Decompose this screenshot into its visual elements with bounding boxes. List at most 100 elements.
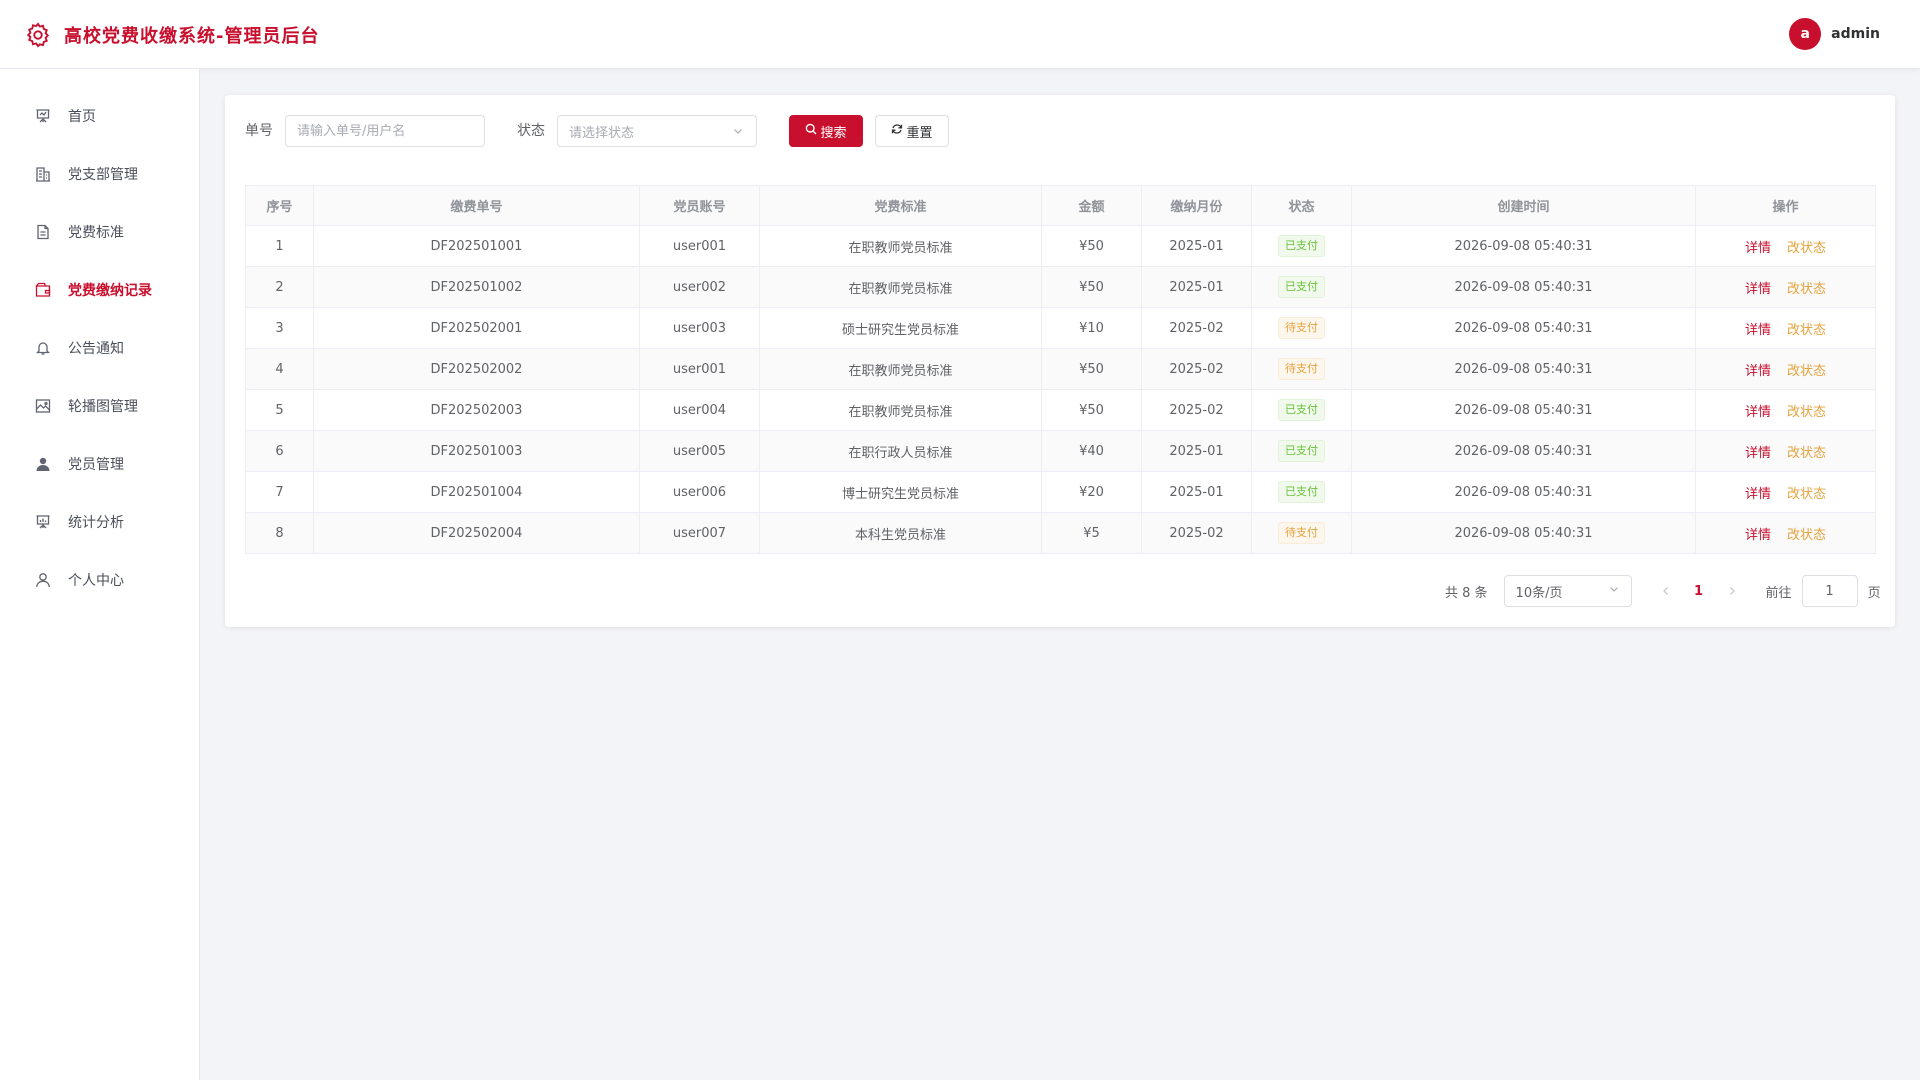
change-status-link[interactable]: 改状态	[1787, 241, 1826, 256]
avatar[interactable]: a	[1789, 18, 1822, 50]
cell-account: user003	[639, 307, 760, 349]
order-search-input[interactable]	[285, 115, 485, 147]
cell-amount: ¥50	[1041, 389, 1142, 431]
cell-created: 2026-09-08 05:40:31	[1351, 307, 1696, 349]
cell-amount: ¥20	[1041, 471, 1142, 513]
detail-link[interactable]: 详情	[1745, 241, 1771, 256]
pagination-total: 共 8 条	[1445, 585, 1488, 601]
cell-amount: ¥5	[1041, 512, 1142, 554]
sidebar-item-label: 党支部管理	[68, 167, 138, 183]
goto-page-input[interactable]	[1801, 575, 1858, 607]
sidebar-item-statistics[interactable]: 统计分析	[0, 493, 199, 551]
cell-status: 已支付	[1251, 266, 1352, 308]
change-status-link[interactable]: 改状态	[1787, 282, 1826, 297]
goto-label: 前往	[1765, 585, 1792, 601]
app-title: 高校党费收缴系统-管理员后台	[64, 26, 320, 47]
change-status-link[interactable]: 改状态	[1787, 364, 1826, 379]
cell-standard: 在职教师党员标准	[759, 225, 1042, 267]
cell-no: 4	[245, 348, 314, 390]
cell-order: DF202501004	[313, 471, 640, 513]
cell-actions: 详情 改状态	[1695, 266, 1876, 308]
user-filled-icon	[34, 455, 52, 473]
table-header-row: 序号 缴费单号 党员账号 党费标准 金额 缴纳月份 状态 创建时间 操作	[245, 185, 1876, 226]
picture-icon	[34, 397, 52, 415]
cell-created: 2026-09-08 05:40:31	[1351, 266, 1696, 308]
cell-created: 2026-09-08 05:40:31	[1351, 471, 1696, 513]
detail-link[interactable]: 详情	[1745, 323, 1771, 338]
sidebar-item-home[interactable]: 首页	[0, 87, 199, 145]
cell-amount: ¥10	[1041, 307, 1142, 349]
order-search-field[interactable]	[297, 123, 473, 139]
col-header-order: 缴费单号	[313, 185, 640, 226]
bell-icon	[34, 339, 52, 357]
detail-link[interactable]: 详情	[1745, 405, 1771, 420]
detail-link[interactable]: 详情	[1745, 282, 1771, 297]
cell-standard: 博士研究生党员标准	[759, 471, 1042, 513]
sidebar-item-label: 个人中心	[68, 573, 124, 589]
table-row: 4 DF202502002 user001 在职教师党员标准 ¥50 2025-02 待支付…	[245, 348, 1876, 390]
status-filter-label: 状态	[517, 123, 545, 139]
cell-no: 2	[245, 266, 314, 308]
status-select[interactable]: 请选择状态	[557, 115, 757, 147]
change-status-link[interactable]: 改状态	[1787, 446, 1826, 461]
cell-account: user005	[639, 430, 760, 472]
cell-month: 2025-02	[1141, 512, 1252, 554]
next-page-button[interactable]	[1718, 577, 1746, 605]
gear-icon	[24, 21, 52, 49]
sidebar-item-members[interactable]: 党员管理	[0, 435, 199, 493]
cell-month: 2025-01	[1141, 225, 1252, 267]
sidebar-item-branches[interactable]: 党支部管理	[0, 145, 199, 203]
sidebar-item-profile[interactable]: 个人中心	[0, 551, 199, 609]
cell-order: DF202502001	[313, 307, 640, 349]
cell-amount: ¥50	[1041, 266, 1142, 308]
page-size-select[interactable]: 10条/页	[1503, 575, 1632, 607]
status-select-placeholder: 请选择状态	[569, 125, 635, 141]
sidebar-item-label: 党费标准	[68, 225, 124, 241]
cell-actions: 详情 改状态	[1695, 225, 1876, 267]
change-status-link[interactable]: 改状态	[1787, 528, 1826, 543]
cell-month: 2025-02	[1141, 348, 1252, 390]
sidebar-item-carousel[interactable]: 轮播图管理	[0, 377, 199, 435]
order-filter-label: 单号	[245, 123, 273, 139]
page-number-current[interactable]: 1	[1680, 577, 1718, 605]
cell-month: 2025-02	[1141, 389, 1252, 431]
cell-standard: 在职教师党员标准	[759, 389, 1042, 431]
table-row: 2 DF202501002 user002 在职教师党员标准 ¥50 2025-01 已支付…	[245, 266, 1876, 308]
pagination: 共 8 条 10条/页 1 前往 页	[1445, 575, 1881, 607]
sidebar-item-notices[interactable]: 公告通知	[0, 319, 199, 377]
sidebar-item-label: 党费缴纳记录	[68, 283, 152, 299]
cell-created: 2026-09-08 05:40:31	[1351, 430, 1696, 472]
cell-month: 2025-01	[1141, 430, 1252, 472]
reset-button[interactable]: 重置	[875, 115, 949, 147]
cell-order: DF202502002	[313, 348, 640, 390]
detail-link[interactable]: 详情	[1745, 446, 1771, 461]
user-menu[interactable]: a admin	[1789, 18, 1880, 50]
refresh-icon	[891, 123, 903, 139]
detail-link[interactable]: 详情	[1745, 528, 1771, 543]
search-button-label: 搜索	[820, 125, 847, 141]
col-header-actions: 操作	[1695, 185, 1876, 226]
status-badge: 待支付	[1278, 358, 1325, 380]
cell-actions: 详情 改状态	[1695, 389, 1876, 431]
cell-no: 8	[245, 512, 314, 554]
username[interactable]: admin	[1831, 26, 1880, 42]
reset-button-label: 重置	[906, 125, 933, 141]
change-status-link[interactable]: 改状态	[1787, 323, 1826, 338]
cell-status: 已支付	[1251, 430, 1352, 472]
cell-created: 2026-09-08 05:40:31	[1351, 348, 1696, 390]
change-status-link[interactable]: 改状态	[1787, 405, 1826, 420]
table-row: 8 DF202502004 user007 本科生党员标准 ¥5 2025-02 待支付 20…	[245, 512, 1876, 554]
search-button[interactable]: 搜索	[789, 115, 863, 147]
prev-page-button[interactable]	[1652, 577, 1680, 605]
detail-link[interactable]: 详情	[1745, 364, 1771, 379]
sidebar-item-fee-standard[interactable]: 党费标准	[0, 203, 199, 261]
change-status-link[interactable]: 改状态	[1787, 487, 1826, 502]
cell-standard: 在职教师党员标准	[759, 348, 1042, 390]
detail-link[interactable]: 详情	[1745, 487, 1771, 502]
cell-month: 2025-01	[1141, 471, 1252, 513]
chart-board-icon	[34, 513, 52, 531]
sidebar-item-payment-records[interactable]: 党费缴纳记录	[0, 261, 199, 319]
wallet-icon	[34, 281, 52, 299]
sidebar-item-label: 统计分析	[68, 515, 124, 531]
cell-account: user004	[639, 389, 760, 431]
